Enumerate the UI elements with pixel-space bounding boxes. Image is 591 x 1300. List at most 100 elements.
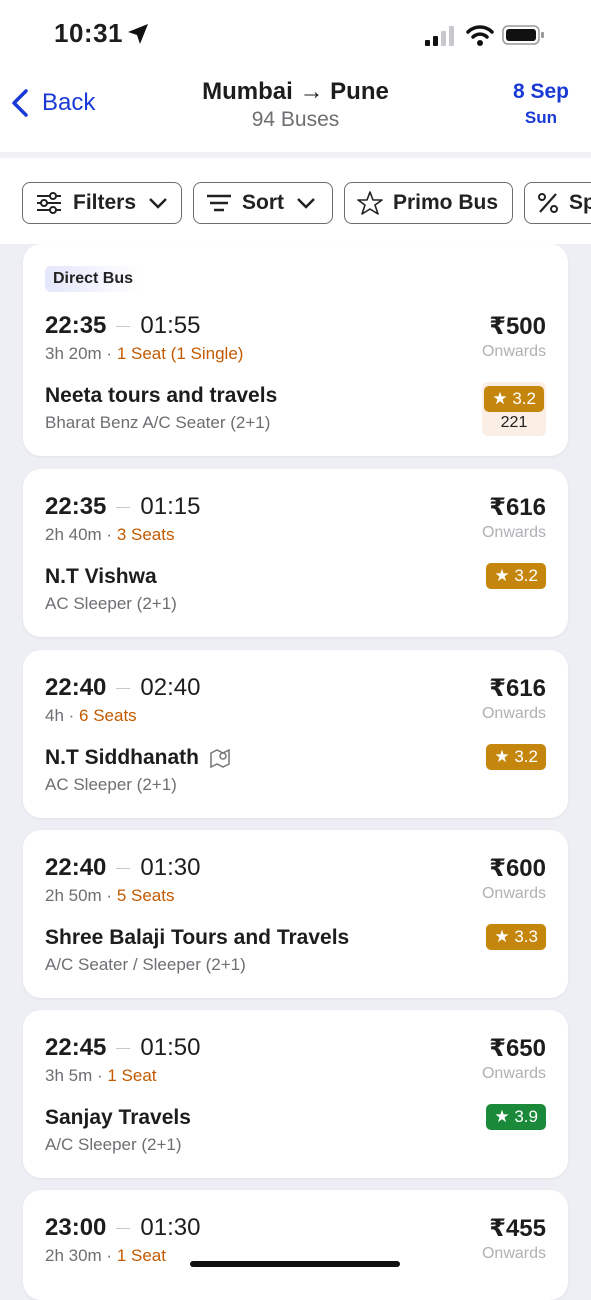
fare: ₹455 xyxy=(489,1215,546,1242)
rating-badge: ★ 3.2 xyxy=(486,744,546,770)
operator-name-row: N.T Siddhanath xyxy=(45,746,231,770)
direct-bus-badge: Direct Bus xyxy=(45,266,142,292)
sort-chip[interactable]: Sort xyxy=(193,182,333,224)
top-nav-header: Back Mumbai → Pune 94 Buses 8 Sep Sun xyxy=(0,70,591,153)
bus-card[interactable]: Direct Bus 22:35 01:55 3h 20m · 1 Seat (… xyxy=(23,244,568,456)
percent-icon xyxy=(538,193,558,213)
chevron-down-icon xyxy=(297,198,315,209)
bus-card[interactable]: 22:40 01:30 2h 50m · 5 Seats Shree Balaj… xyxy=(23,830,568,998)
rating-box: ★ 3.2 221 xyxy=(482,382,546,436)
sort-chip-label: Sort xyxy=(242,191,284,214)
journey-times: 22:40 01:30 xyxy=(45,854,200,882)
arrival-time: 01:55 xyxy=(140,312,201,339)
operator-name: Sanjay Travels xyxy=(45,1106,191,1129)
fare: ₹500 xyxy=(489,313,546,340)
journey-times: 22:40 02:40 xyxy=(45,674,200,702)
fare: ₹616 xyxy=(489,675,546,702)
seats-available: 1 Seat xyxy=(116,1246,166,1265)
duration: 4h xyxy=(45,706,64,725)
bus-card[interactable]: 23:00 01:30 2h 30m · 1 Seat ₹455 Onwards xyxy=(23,1190,568,1300)
time-separator xyxy=(116,1047,131,1049)
fare: ₹616 xyxy=(489,494,546,521)
primo-bus-chip[interactable]: Primo Bus xyxy=(344,182,513,224)
rating-badge: ★ 3.2 xyxy=(486,563,546,589)
trip-meta: 2h 40m · 3 Seats xyxy=(45,525,175,544)
journey-times: 22:35 01:55 xyxy=(45,312,200,340)
trip-meta: 4h · 6 Seats xyxy=(45,706,137,725)
wifi-icon xyxy=(466,25,494,46)
star-icon xyxy=(357,191,383,215)
departure-time: 22:45 xyxy=(45,1034,107,1061)
duration: 3h 5m xyxy=(45,1066,93,1085)
arrival-time: 01:30 xyxy=(140,854,201,881)
fare-onwards: Onwards xyxy=(481,885,546,902)
fare: ₹600 xyxy=(489,855,546,882)
fare-onwards: Onwards xyxy=(481,524,546,541)
arrival-time: 01:50 xyxy=(140,1034,201,1061)
filter-bar: Filters Sort Primo Bus Sp xyxy=(0,152,591,244)
rating-badge: ★ 3.9 xyxy=(486,1104,546,1130)
time-separator xyxy=(116,506,131,508)
time-separator xyxy=(116,1227,131,1229)
fare-onwards: Onwards xyxy=(481,1245,546,1262)
journey-times: 22:45 01:50 xyxy=(45,1034,200,1062)
duration: 2h 50m xyxy=(45,886,102,905)
duration: 3h 20m xyxy=(45,344,102,363)
bus-type: AC Sleeper (2+1) xyxy=(45,775,177,794)
arrival-time: 01:30 xyxy=(140,1214,201,1241)
departure-time: 22:40 xyxy=(45,674,107,701)
bus-type: Bharat Benz A/C Seater (2+1) xyxy=(45,413,271,432)
filters-chip-label: Filters xyxy=(73,191,137,214)
seats-available: 6 Seats xyxy=(79,706,137,725)
special-offer-chip-label: Sp xyxy=(569,191,591,214)
trip-meta: 2h 50m · 5 Seats xyxy=(45,886,175,905)
bus-card[interactable]: 22:45 01:50 3h 5m · 1 Seat Sanjay Travel… xyxy=(23,1010,568,1178)
live-tracking-icon xyxy=(210,748,230,769)
seats-available: 1 Seat (1 Single) xyxy=(116,344,244,363)
operator-name: N.T Siddhanath xyxy=(45,746,199,769)
battery-icon xyxy=(502,25,544,45)
status-time: 10:31 xyxy=(54,18,123,48)
primo-bus-chip-label: Primo Bus xyxy=(393,191,499,214)
seats-available: 5 Seats xyxy=(116,886,175,905)
fare: ₹650 xyxy=(489,1035,546,1062)
home-indicator[interactable] xyxy=(190,1261,400,1267)
rating-badge: ★ 3.3 xyxy=(486,924,546,950)
filters-chip[interactable]: Filters xyxy=(22,182,182,224)
bus-card[interactable]: 22:40 02:40 4h · 6 Seats N.T Siddhanath … xyxy=(23,650,568,818)
journey-times: 22:35 01:15 xyxy=(45,493,200,521)
status-bar: 10:31 xyxy=(0,0,591,70)
bus-type: A/C Seater / Sleeper (2+1) xyxy=(45,955,246,974)
seats-available: 1 Seat xyxy=(107,1066,157,1085)
fare-onwards: Onwards xyxy=(481,705,546,722)
duration: 2h 40m xyxy=(45,525,102,544)
chevron-down-icon xyxy=(149,198,167,209)
arrival-time: 02:40 xyxy=(140,674,201,701)
sort-lines-icon xyxy=(207,194,231,212)
trip-meta: 2h 30m · 1 Seat xyxy=(45,1246,166,1265)
time-separator xyxy=(116,867,131,869)
operator-name: N.T Vishwa xyxy=(45,565,157,588)
departure-time: 22:40 xyxy=(45,854,107,881)
fare-onwards: Onwards xyxy=(481,343,546,360)
bus-count: 94 Buses xyxy=(251,108,340,131)
departure-time: 22:35 xyxy=(45,312,107,339)
journey-times: 23:00 01:30 xyxy=(45,1214,200,1242)
route-title: Mumbai → Pune xyxy=(202,78,389,105)
time-separator xyxy=(116,325,131,327)
trip-meta: 3h 20m · 1 Seat (1 Single) xyxy=(45,344,244,363)
journey-date: 8 Sep xyxy=(512,80,569,103)
rating-badge: ★ 3.2 xyxy=(484,386,544,412)
location-arrow-icon xyxy=(128,24,148,44)
bus-card[interactable]: 22:35 01:15 2h 40m · 3 Seats N.T Vishwa … xyxy=(23,469,568,637)
bus-type: A/C Sleeper (2+1) xyxy=(45,1135,182,1154)
seats-available: 3 Seats xyxy=(116,525,175,544)
special-offer-chip[interactable]: Sp xyxy=(524,182,591,224)
bus-type: AC Sleeper (2+1) xyxy=(45,594,177,613)
cellular-signal-icon xyxy=(425,26,454,46)
duration: 2h 30m xyxy=(45,1246,102,1265)
fare-onwards: Onwards xyxy=(481,1065,546,1082)
journey-date-selector[interactable]: 8 Sep Sun xyxy=(513,80,569,128)
journey-day: Sun xyxy=(524,108,558,127)
departure-time: 22:35 xyxy=(45,493,107,520)
